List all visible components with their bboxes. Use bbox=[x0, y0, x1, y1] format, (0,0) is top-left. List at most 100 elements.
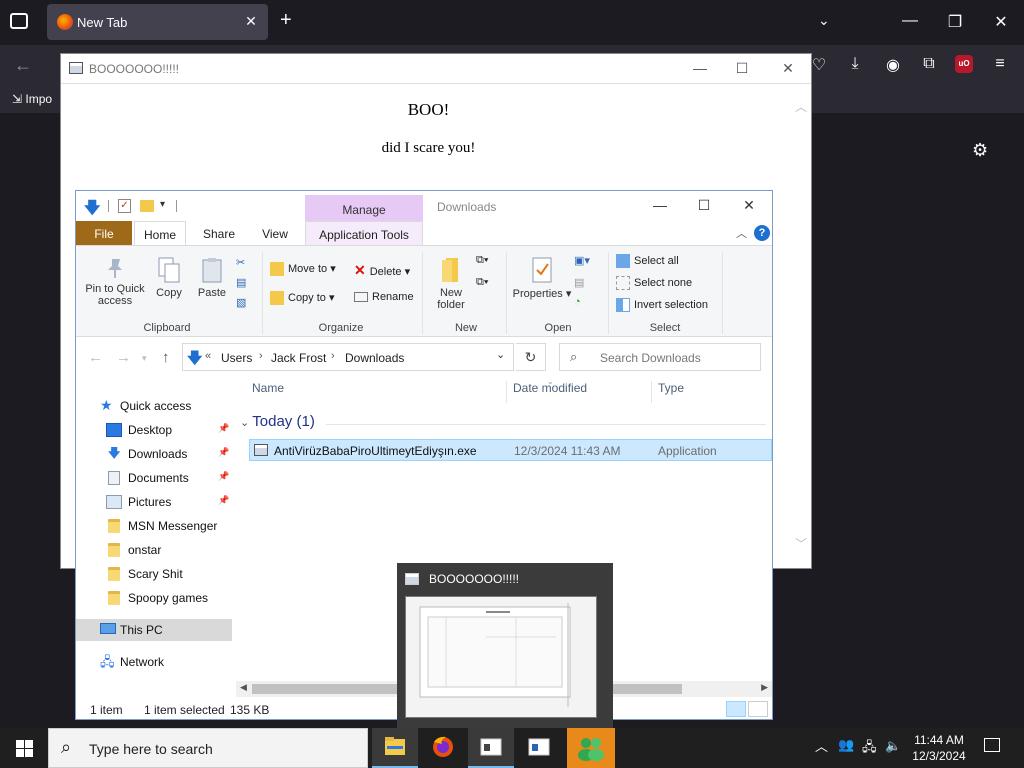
cut-icon[interactable]: ✂ bbox=[236, 256, 245, 269]
refresh-button[interactable]: ↻ bbox=[516, 343, 546, 371]
chevron-right-icon[interactable]: › bbox=[259, 350, 263, 362]
scroll-up-icon[interactable]: ︿ bbox=[795, 98, 807, 115]
nav-scary-shit[interactable]: Scary Shit bbox=[76, 563, 232, 585]
column-date-modified[interactable]: Date modified bbox=[513, 381, 587, 395]
taskbar-firefox[interactable] bbox=[420, 728, 466, 768]
breadcrumb-user[interactable]: Jack Frost bbox=[271, 351, 326, 365]
select-none-button[interactable]: Select none bbox=[616, 276, 692, 290]
minimize-icon[interactable]: — bbox=[650, 197, 670, 213]
back-icon[interactable]: ← bbox=[14, 55, 32, 76]
copy-path-icon[interactable]: ▤ bbox=[236, 276, 246, 289]
rename-button[interactable]: Rename bbox=[354, 291, 414, 303]
details-view-icon[interactable] bbox=[726, 701, 746, 717]
nav-documents[interactable]: Documents 📌 bbox=[76, 467, 232, 489]
boo-titlebar[interactable]: BOOOOOOO!!!!! — ☐ ✕ bbox=[61, 54, 811, 84]
gear-icon[interactable]: ⚙ bbox=[972, 140, 988, 161]
nav-msn-messenger[interactable]: MSN Messenger bbox=[76, 515, 232, 537]
tab-new-tab[interactable]: New Tab ✕ bbox=[47, 4, 268, 40]
close-icon[interactable]: ✕ bbox=[779, 60, 797, 77]
clock[interactable]: 11:44 AM 12/3/2024 bbox=[906, 732, 972, 764]
taskbar-boo-app[interactable] bbox=[468, 728, 514, 768]
breadcrumb-users[interactable]: Users bbox=[221, 351, 252, 365]
nav-spoopy-games[interactable]: Spoopy games bbox=[76, 587, 232, 609]
nav-onstar[interactable]: onstar bbox=[76, 539, 232, 561]
column-type[interactable]: Type bbox=[658, 381, 684, 395]
start-button[interactable] bbox=[0, 728, 48, 768]
overflow-icon[interactable]: « bbox=[205, 350, 211, 362]
customize-toolbar-icon[interactable]: ▾ bbox=[160, 199, 165, 210]
network-icon[interactable]: 🖧 bbox=[862, 738, 877, 760]
chevron-down-icon[interactable]: ⌄ bbox=[818, 12, 830, 29]
taskbar-msn-messenger[interactable] bbox=[567, 728, 615, 768]
explorer-titlebar[interactable]: 🡇 ✓ ▾ Manage Downloads — ☐ ✕ bbox=[76, 191, 772, 221]
group-header[interactable]: ⌄ Today (1) bbox=[240, 413, 315, 430]
msn-tray-icon[interactable]: 👥 bbox=[838, 737, 854, 753]
open-icon[interactable]: ▣▾ bbox=[574, 254, 590, 267]
maximize-icon[interactable]: ☐ bbox=[694, 197, 714, 214]
nav-downloads[interactable]: 🡇 Downloads 📌 bbox=[76, 443, 232, 465]
chevron-up-icon[interactable]: ︿ bbox=[815, 736, 828, 755]
minimize-icon[interactable]: — bbox=[691, 60, 709, 76]
search-input[interactable]: ⌕ Search Downloads bbox=[559, 343, 761, 371]
edit-icon[interactable]: ▤ bbox=[574, 276, 584, 289]
extensions-icon[interactable]: ⧉ bbox=[918, 55, 940, 73]
minimize-icon[interactable]: — bbox=[900, 12, 920, 30]
nav-pictures[interactable]: Pictures 📌 bbox=[76, 491, 232, 513]
nav-desktop[interactable]: Desktop 📌 bbox=[76, 419, 232, 441]
notification-icon[interactable] bbox=[984, 738, 1000, 752]
new-tab-button[interactable]: + bbox=[280, 10, 292, 30]
tab-home[interactable]: Home bbox=[134, 221, 186, 245]
tab-share[interactable]: Share bbox=[194, 221, 244, 245]
up-icon[interactable]: ↑ bbox=[162, 349, 170, 366]
history-icon[interactable]: ◔ bbox=[574, 296, 581, 308]
nav-quick-access[interactable]: ★ Quick access bbox=[76, 395, 232, 417]
chevron-down-icon[interactable]: ⌄ bbox=[496, 348, 505, 361]
account-icon[interactable]: ◉ bbox=[882, 55, 904, 75]
tab-file[interactable]: File bbox=[76, 221, 132, 245]
large-icons-view-icon[interactable] bbox=[748, 701, 768, 717]
select-all-button[interactable]: Select all bbox=[616, 254, 679, 268]
pin-to-quick-access-button[interactable]: Pin to Quick access bbox=[82, 256, 148, 307]
new-folder-icon[interactable] bbox=[140, 200, 154, 212]
list-all-tabs-icon[interactable] bbox=[10, 13, 28, 29]
copy-button[interactable]: Copy bbox=[152, 256, 186, 299]
forward-icon[interactable]: → bbox=[116, 349, 131, 366]
scroll-right-icon[interactable]: ▶ bbox=[761, 682, 768, 693]
table-row[interactable]: AntiVirüzBabaPiroUltimeytEdiyşın.exe 12/… bbox=[249, 439, 772, 461]
import-bookmarks-link[interactable]: ⇲ Impo bbox=[12, 92, 52, 106]
new-folder-button[interactable]: New folder bbox=[430, 256, 472, 311]
invert-selection-button[interactable]: Invert selection bbox=[616, 298, 708, 312]
column-name[interactable]: Name bbox=[252, 381, 284, 395]
properties-button[interactable]: Properties ▾ bbox=[512, 256, 572, 300]
paste-shortcut-icon[interactable]: ▧ bbox=[236, 296, 246, 309]
close-tab-icon[interactable]: ✕ bbox=[242, 12, 260, 30]
nav-network[interactable]: 🖧 Network bbox=[76, 651, 232, 673]
maximize-icon[interactable]: ☐ bbox=[733, 60, 751, 77]
close-icon[interactable]: ✕ bbox=[739, 197, 759, 214]
recent-locations-icon[interactable]: ▾ bbox=[142, 353, 147, 364]
move-to-button[interactable]: Move to ▾ bbox=[270, 262, 336, 277]
copy-to-button[interactable]: Copy to ▾ bbox=[270, 291, 335, 306]
menu-icon[interactable]: ≡ bbox=[989, 55, 1011, 73]
breadcrumb-downloads[interactable]: Downloads bbox=[345, 351, 404, 365]
chevron-up-icon[interactable]: ︿ bbox=[736, 225, 747, 241]
volume-icon[interactable]: 🔈 bbox=[885, 738, 901, 754]
download-icon[interactable]: ⤓ bbox=[844, 55, 866, 73]
tab-application-tools[interactable]: Application Tools bbox=[305, 221, 423, 245]
manage-tab[interactable]: Manage bbox=[305, 195, 423, 221]
new-item-icon[interactable]: ⧉▾ bbox=[476, 254, 488, 267]
help-icon[interactable]: ? bbox=[754, 225, 770, 241]
properties-icon[interactable]: ✓ bbox=[118, 199, 131, 213]
taskbar-file-explorer[interactable] bbox=[372, 728, 418, 768]
ublock-icon[interactable]: uO bbox=[955, 55, 973, 73]
address-bar[interactable]: 🡇 « Users › Jack Frost › Downloads bbox=[182, 343, 514, 371]
nav-this-pc[interactable]: This PC bbox=[76, 619, 232, 641]
easy-access-icon[interactable]: ⧉▾ bbox=[476, 276, 488, 289]
scroll-down-icon[interactable]: ﹀ bbox=[795, 535, 807, 552]
restore-icon[interactable]: ❐ bbox=[945, 12, 965, 32]
tab-view[interactable]: View bbox=[250, 221, 300, 245]
scroll-left-icon[interactable]: ◀ bbox=[240, 682, 247, 693]
chevron-right-icon[interactable]: › bbox=[331, 350, 335, 362]
taskbar-app-window[interactable] bbox=[516, 728, 562, 768]
close-icon[interactable]: ✕ bbox=[991, 12, 1011, 32]
